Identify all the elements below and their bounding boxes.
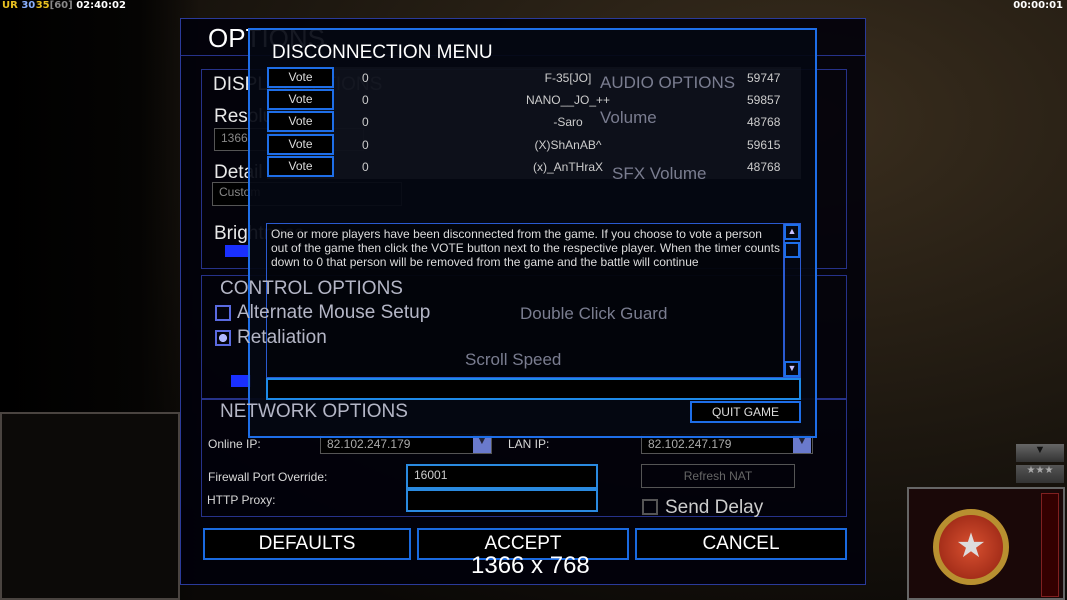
send-delay-label: Send Delay xyxy=(665,497,764,518)
http-proxy-input[interactable] xyxy=(406,489,598,512)
refresh-nat-button[interactable]: Refresh NAT xyxy=(641,464,795,488)
vote-button[interactable]: Vote xyxy=(267,67,334,88)
online-ip-label: Online IP: xyxy=(208,437,261,451)
dialog-title: DISCONNECTION MENU xyxy=(272,42,493,63)
scroll-thumb[interactable] xyxy=(784,242,800,258)
brightness-slider[interactable] xyxy=(225,245,249,257)
chat-input[interactable] xyxy=(266,378,801,400)
scroll-down-icon[interactable]: ▼ xyxy=(784,361,800,377)
scroll-up-icon[interactable]: ▲ xyxy=(784,224,800,240)
player-name: F-35[JO] xyxy=(544,71,592,85)
player-name: NANO__JO_++ xyxy=(525,93,611,108)
send-delay-checkbox[interactable] xyxy=(642,499,658,515)
cancel-button[interactable]: CANCEL xyxy=(635,528,847,560)
hud-bracket: [60] xyxy=(49,0,73,11)
retaliation-checkbox[interactable] xyxy=(215,330,231,346)
player-name: (X)ShAnAB^ xyxy=(534,137,602,152)
hud-stat-1: 30 xyxy=(21,0,36,11)
player-ping: 59747 xyxy=(747,71,781,85)
player-name: -Saro xyxy=(553,115,583,130)
vote-button[interactable]: Vote xyxy=(267,111,334,133)
player-name: (x)_AnTHraX xyxy=(532,159,603,174)
player-votes: 0 xyxy=(362,137,369,152)
vote-button[interactable]: Vote xyxy=(267,89,334,111)
hud-timer: 00:00:01 xyxy=(1013,0,1063,11)
star-emblem-icon: ★ xyxy=(933,509,1009,585)
hud-clock: 02:40:02 xyxy=(76,0,126,11)
rank-bar xyxy=(1041,493,1059,597)
hud-stat-2: 35 xyxy=(35,0,50,11)
lan-ip-label: LAN IP: xyxy=(508,437,550,451)
hud-stats: UR 30 35[60] 02:40:02 xyxy=(2,0,126,11)
player-ping: 48768 xyxy=(747,159,781,174)
player-votes: 0 xyxy=(362,93,369,108)
firewall-port-label: Firewall Port Override: xyxy=(208,470,328,484)
resolution-overlay-text: 1366 x 768 xyxy=(471,552,590,579)
player-votes: 0 xyxy=(362,159,369,174)
player-ping: 48768 xyxy=(747,115,781,130)
player-votes: 0 xyxy=(362,71,369,85)
defaults-button[interactable]: DEFAULTS xyxy=(203,528,411,560)
disconnection-dialog: DISCONNECTION MENU Vote 0 F-35[JO] 59747… xyxy=(248,28,817,438)
message-box: One or more players have been disconnect… xyxy=(266,223,785,378)
firewall-port-input[interactable]: 16001 xyxy=(406,464,598,489)
player-ping: 59615 xyxy=(747,137,781,152)
message-scrollbar[interactable]: ▲ ▼ xyxy=(783,223,801,378)
stars-icon[interactable]: ★★★ xyxy=(1016,465,1064,483)
player-votes: 0 xyxy=(362,115,369,130)
chevron-down-icon[interactable]: ▼ xyxy=(1016,444,1064,462)
hud-prefix: UR xyxy=(2,0,18,11)
faction-portrait: ★ xyxy=(907,487,1065,600)
quit-game-button[interactable]: QUIT GAME xyxy=(690,401,801,423)
http-proxy-label: HTTP Proxy: xyxy=(207,493,276,507)
player-ping: 59857 xyxy=(747,93,781,108)
left-panel-frame xyxy=(0,412,180,600)
vote-button[interactable]: Vote xyxy=(267,133,334,155)
alt-mouse-checkbox[interactable] xyxy=(215,305,231,321)
vote-button[interactable]: Vote xyxy=(267,155,334,177)
